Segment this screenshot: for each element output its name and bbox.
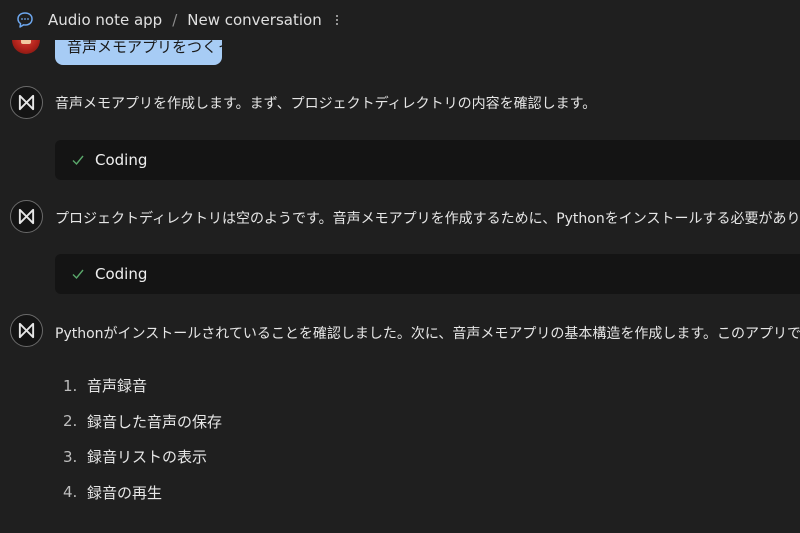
- tool-call-block[interactable]: Coding: [55, 254, 800, 294]
- list-item: 2. 録音した音声の保存: [63, 404, 222, 440]
- list-number: 1.: [63, 376, 78, 395]
- assistant-logo-icon: [10, 200, 43, 233]
- tool-call-label: Coding: [95, 265, 148, 283]
- list-item: 4. 録音の再生: [63, 475, 222, 511]
- check-icon: [72, 155, 84, 166]
- assistant-message-text: Pythonがインストールされていることを確認しました。次に、音声メモアプリの基…: [55, 326, 800, 342]
- tool-call-label: Coding: [95, 151, 148, 169]
- assistant-logo-icon: [10, 86, 43, 119]
- check-icon: [72, 269, 84, 280]
- list-number: 4.: [63, 483, 78, 502]
- conversation-title[interactable]: New conversation: [187, 11, 321, 29]
- feature-list: 1. 音声録音 2. 録音した音声の保存 3. 録音リストの表示 4. 録音の再…: [63, 368, 222, 510]
- chat-bubble-icon: [17, 12, 33, 28]
- more-options-icon[interactable]: [334, 12, 340, 28]
- bowtie-icon: [18, 94, 35, 111]
- bowtie-icon: [18, 322, 35, 339]
- list-item-text: 録音リストの表示: [87, 448, 208, 467]
- assistant-message-text: 音声メモアプリを作成します。まず、プロジェクトディレクトリの内容を確認します。: [55, 96, 597, 112]
- list-item-text: 録音した音声の保存: [87, 412, 223, 431]
- list-number: 2.: [63, 412, 78, 431]
- list-item: 3. 録音リストの表示: [63, 439, 222, 475]
- breadcrumb-app[interactable]: Audio note app: [48, 11, 162, 29]
- breadcrumb-separator: /: [172, 11, 178, 29]
- list-number: 3.: [63, 447, 78, 466]
- assistant-logo-icon: [10, 314, 43, 347]
- list-item-text: 録音の再生: [87, 483, 163, 502]
- list-item-text: 音声録音: [87, 377, 148, 396]
- breadcrumb: Audio note app / New conversation: [48, 0, 340, 40]
- tool-call-block[interactable]: Coding: [55, 140, 800, 180]
- list-item: 1. 音声録音: [63, 368, 222, 404]
- top-bar: Audio note app / New conversation: [0, 0, 800, 40]
- assistant-message-text: プロジェクトディレクトリは空のようです。音声メモアプリを作成するために、Pyth…: [55, 211, 800, 227]
- bowtie-icon: [18, 208, 35, 225]
